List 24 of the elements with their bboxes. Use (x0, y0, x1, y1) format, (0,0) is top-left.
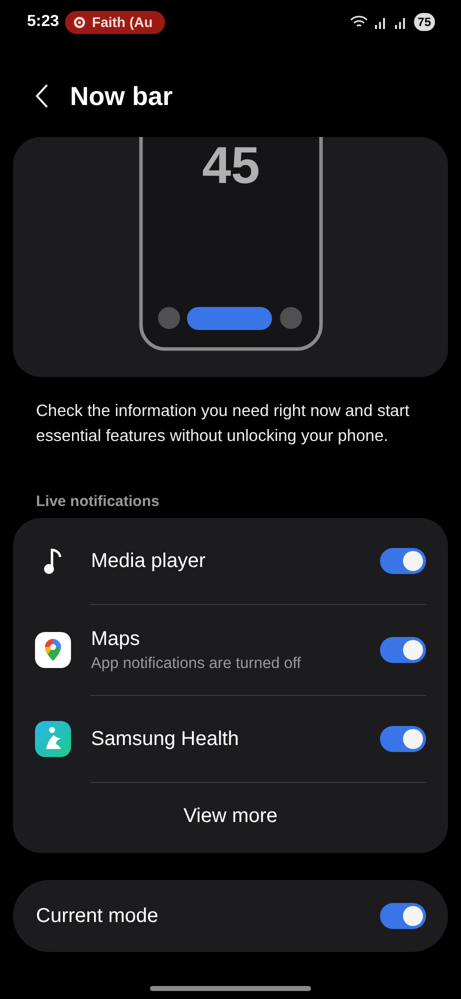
page-title: Now bar (70, 80, 173, 112)
app-name: Media player (91, 550, 207, 572)
target-icon (73, 16, 86, 28)
current-mode-label: Current mode (36, 904, 160, 928)
runner-app-icon (35, 721, 71, 757)
view-more-button[interactable]: View more (35, 783, 426, 849)
media-chip[interactable]: Faith (Au (65, 10, 165, 34)
wifi-icon (350, 15, 368, 29)
signal-icon (394, 16, 408, 28)
section-label: Live notifications (36, 493, 160, 510)
app-subtitle: App notifications are turned off (91, 654, 302, 672)
status-time: 5:23 (27, 13, 60, 31)
toggle-switch[interactable] (380, 637, 426, 663)
clock-digits: 45 (202, 137, 260, 195)
toggle-switch[interactable] (380, 548, 426, 574)
signal-icon (374, 16, 388, 28)
app-name: Maps (91, 628, 141, 650)
back-button[interactable] (34, 83, 50, 109)
battery-level: 75 (414, 13, 435, 31)
app-name: Samsung Health (91, 728, 240, 750)
toggle-switch[interactable] (380, 903, 426, 929)
description-text: Check the information you need right now and start essential features without unlocking your phone. (36, 401, 410, 447)
toggle-switch[interactable] (380, 726, 426, 752)
map-pin-icon (35, 632, 71, 668)
